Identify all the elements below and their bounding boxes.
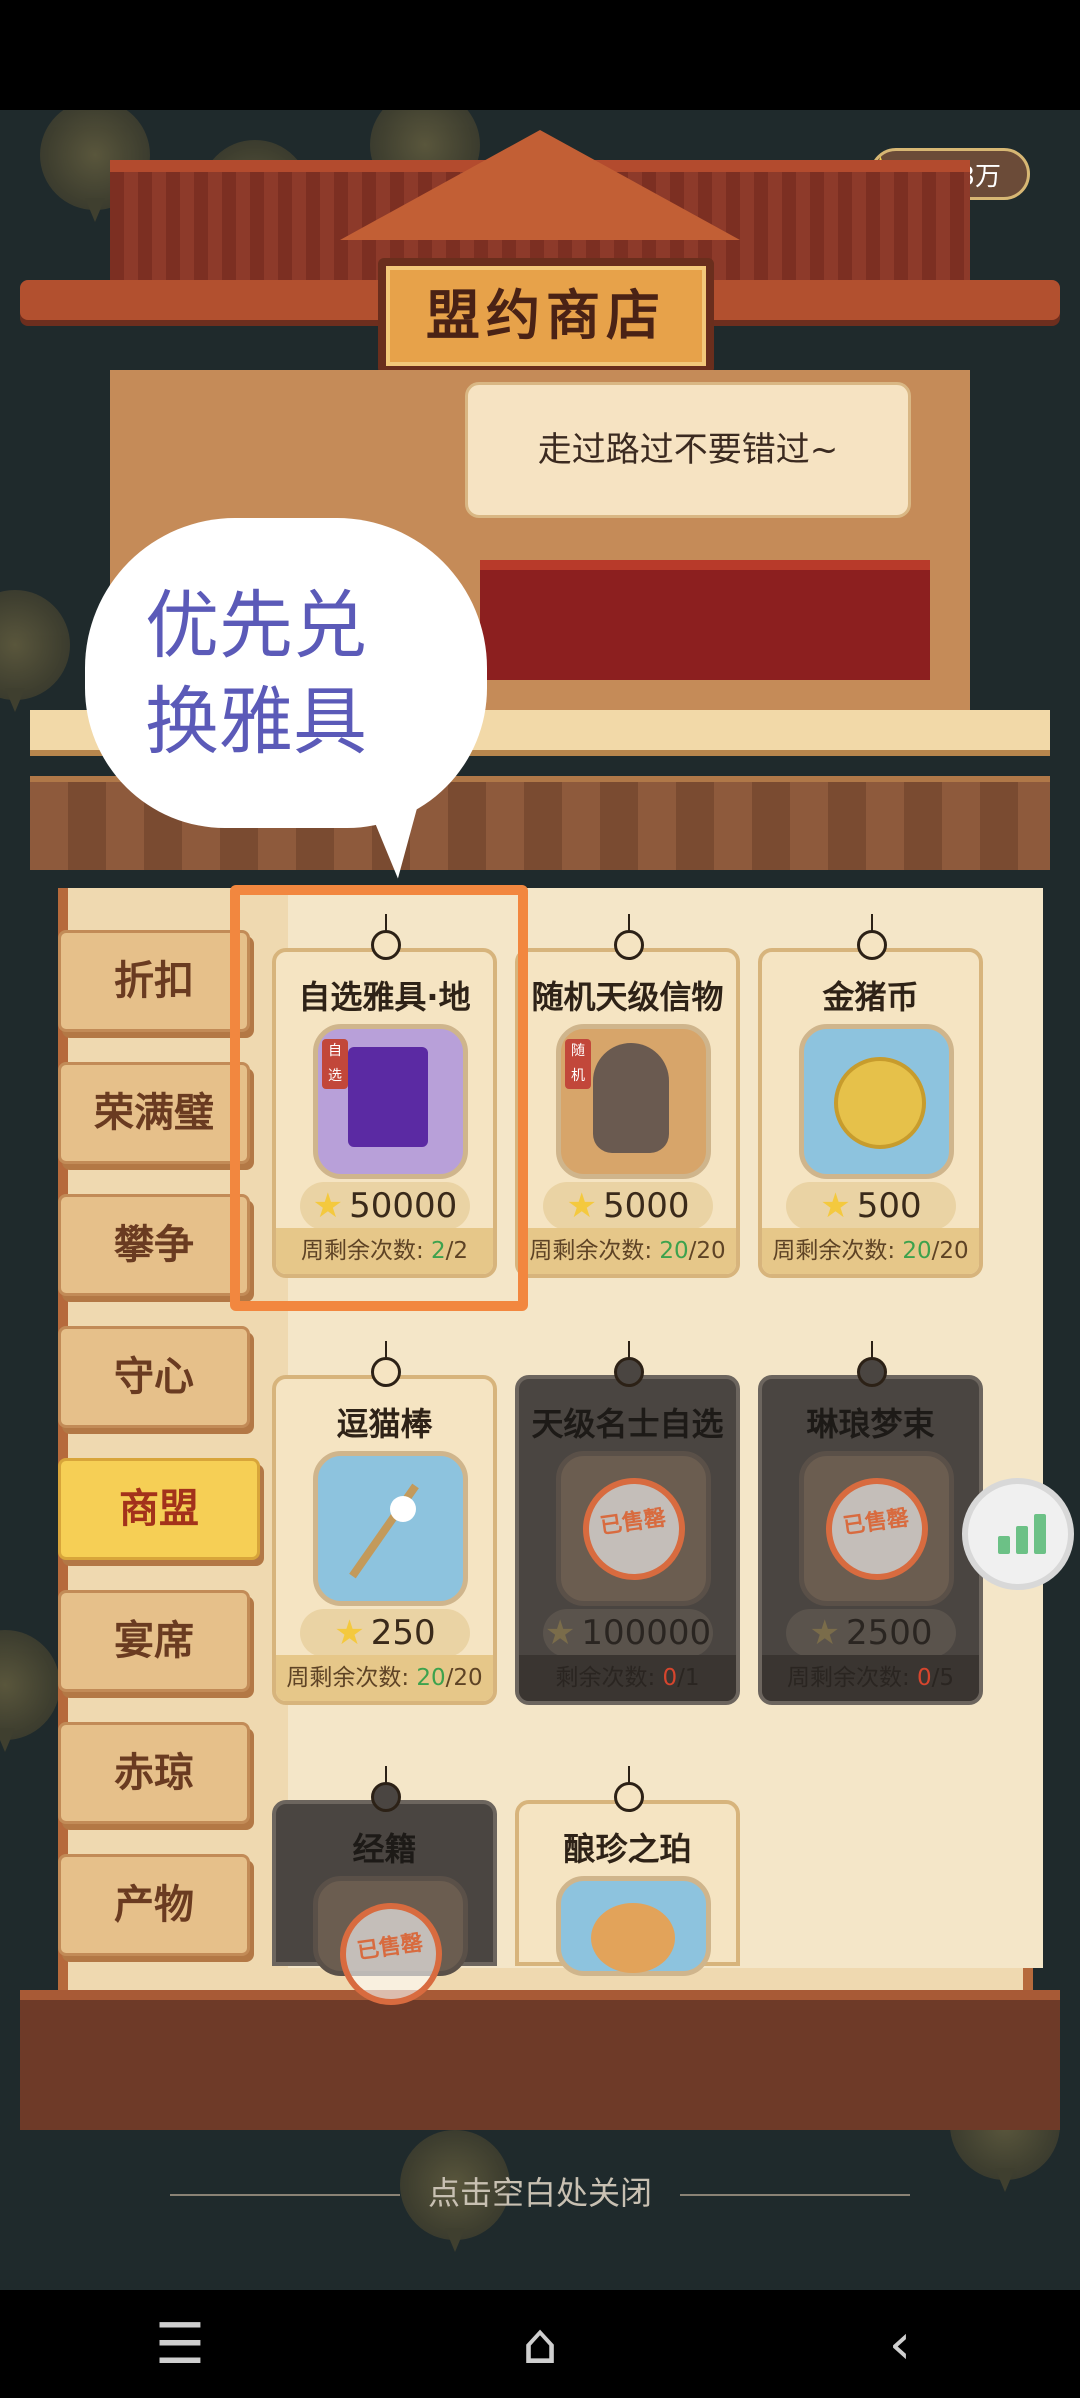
- item-name: 酿珍之珀: [563, 1830, 692, 1868]
- tab-shangmeng[interactable]: 商盟: [58, 1458, 260, 1560]
- back-icon[interactable]: ‹: [860, 2310, 940, 2380]
- tab-chanwu[interactable]: 产物: [58, 1854, 250, 1956]
- item-limit: 周剩余次数: 20/20: [519, 1228, 736, 1274]
- item-price: ★ 100000: [543, 1609, 713, 1657]
- item-limit: 周剩余次数: 20/20: [762, 1228, 979, 1274]
- bubble-line-2: 换雅具: [145, 679, 367, 765]
- shop-counter: [480, 560, 930, 680]
- sold-out-item-icon: 已售罄: [556, 1451, 711, 1606]
- close-hint[interactable]: 点击空白处关闭: [0, 2168, 1080, 2214]
- tab-shouxin[interactable]: 守心: [58, 1326, 250, 1428]
- shop-item-card-sold-out: 琳琅梦束 已售罄 ★ 2500 周剩余次数: 0/5: [758, 1341, 983, 1705]
- sold-out-item-icon: 已售罄: [313, 1876, 468, 2012]
- item-name: 金猪币: [822, 978, 919, 1016]
- star-icon: ★: [820, 1186, 851, 1226]
- shop-slogan: 走过路过不要错过~: [465, 382, 911, 518]
- annotation-highlight-box: [230, 885, 528, 1311]
- coin-decoration-icon: [0, 590, 70, 712]
- sold-out-item-icon: 已售罄: [799, 1451, 954, 1606]
- gold-pig-coin-icon: [799, 1024, 954, 1179]
- shop-title: 盟约商店: [378, 258, 714, 374]
- tab-chiqiong[interactable]: 赤琼: [58, 1722, 250, 1824]
- item-price: ★ 500: [786, 1182, 956, 1230]
- tab-discount[interactable]: 折扣: [58, 930, 250, 1032]
- shop-item-card-sold-out: 天级名士自选 已售罄 ★ 100000 剩余次数: 0/1: [515, 1341, 740, 1705]
- item-name: 天级名士自选: [531, 1405, 724, 1443]
- shop-item-card-sold-out: 经籍 已售罄: [272, 1766, 497, 2012]
- item-price: ★ 5000: [543, 1182, 713, 1230]
- item-limit: 剩余次数: 0/1: [519, 1655, 736, 1701]
- shop-item-card[interactable]: 酿珍之珀: [515, 1766, 740, 1976]
- menu-icon[interactable]: ☰: [140, 2310, 220, 2380]
- item-name: 琳琅梦束: [806, 1405, 935, 1443]
- bubble-line-1: 优先兑: [145, 583, 367, 669]
- silhouette-icon: 随机: [556, 1024, 711, 1179]
- shop-item-card[interactable]: 随机天级信物 随机 ★ 5000 周剩余次数: 20/20: [515, 914, 740, 1278]
- star-icon: ★: [544, 1613, 576, 1653]
- system-nav-bar: ☰ ⌂ ‹: [0, 2290, 1080, 2398]
- star-icon: ★: [809, 1613, 840, 1653]
- amber-icon: [556, 1876, 711, 1976]
- cat-teaser-icon: [313, 1451, 468, 1606]
- panel-footer: [20, 1990, 1060, 2130]
- bar-chart-icon: [998, 1514, 1048, 1554]
- shop-item-card[interactable]: 金猪币 ★ 500 周剩余次数: 20/20: [758, 914, 983, 1278]
- coin-decoration-icon: [0, 1630, 60, 1752]
- tab-panzheng[interactable]: 攀争: [58, 1194, 250, 1296]
- star-icon: ★: [334, 1613, 365, 1653]
- tab-rongmanbi[interactable]: 荣满璧: [58, 1062, 250, 1164]
- item-price: ★ 2500: [786, 1609, 956, 1657]
- star-icon: ★: [566, 1186, 597, 1226]
- annotation-speech-bubble: 优先兑 换雅具: [85, 518, 487, 828]
- item-price: ★ 250: [300, 1609, 470, 1657]
- item-limit: 周剩余次数: 0/5: [762, 1655, 979, 1701]
- shop-item-card[interactable]: 逗猫棒 ★ 250 周剩余次数: 20/20: [272, 1341, 497, 1705]
- floating-stats-button[interactable]: [962, 1478, 1074, 1590]
- item-name: 随机天级信物: [531, 978, 724, 1016]
- item-name: 逗猫棒: [336, 1405, 433, 1443]
- sold-out-stamp: 已售罄: [576, 1471, 692, 1587]
- tab-yanxi[interactable]: 宴席: [58, 1590, 250, 1692]
- item-name: 经籍: [352, 1830, 417, 1868]
- item-limit: 周剩余次数: 20/20: [276, 1655, 493, 1701]
- sold-out-stamp: 已售罄: [819, 1471, 935, 1587]
- home-icon[interactable]: ⌂: [500, 2310, 580, 2380]
